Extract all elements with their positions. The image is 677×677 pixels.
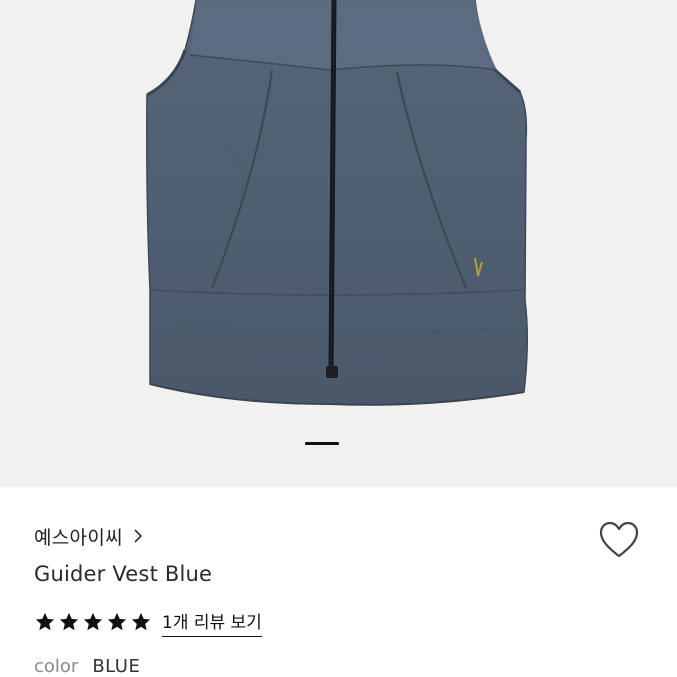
vest-image bbox=[146, 0, 528, 406]
color-value: BLUE bbox=[92, 656, 141, 677]
rating-row: 1개 리뷰 보기 bbox=[34, 608, 262, 637]
color-option: color BLUE bbox=[34, 656, 140, 677]
chevron-right-icon bbox=[134, 529, 143, 543]
rating-stars bbox=[34, 611, 152, 633]
star-icon bbox=[59, 612, 79, 631]
brand-name: 예스아이씨 bbox=[34, 526, 123, 549]
heart-outline-icon[interactable] bbox=[598, 520, 640, 560]
gallery-page-indicator[interactable] bbox=[305, 442, 339, 445]
product-image-gallery[interactable] bbox=[0, 0, 677, 487]
product-title: Guider Vest Blue bbox=[34, 562, 213, 586]
review-link[interactable]: 1개 리뷰 보기 bbox=[162, 608, 262, 637]
star-icon bbox=[83, 612, 103, 631]
star-icon bbox=[35, 612, 55, 631]
star-icon bbox=[131, 612, 151, 631]
star-icon bbox=[107, 612, 127, 631]
color-label: color bbox=[34, 656, 79, 677]
brand-link[interactable]: 예스아이씨 bbox=[34, 522, 143, 550]
